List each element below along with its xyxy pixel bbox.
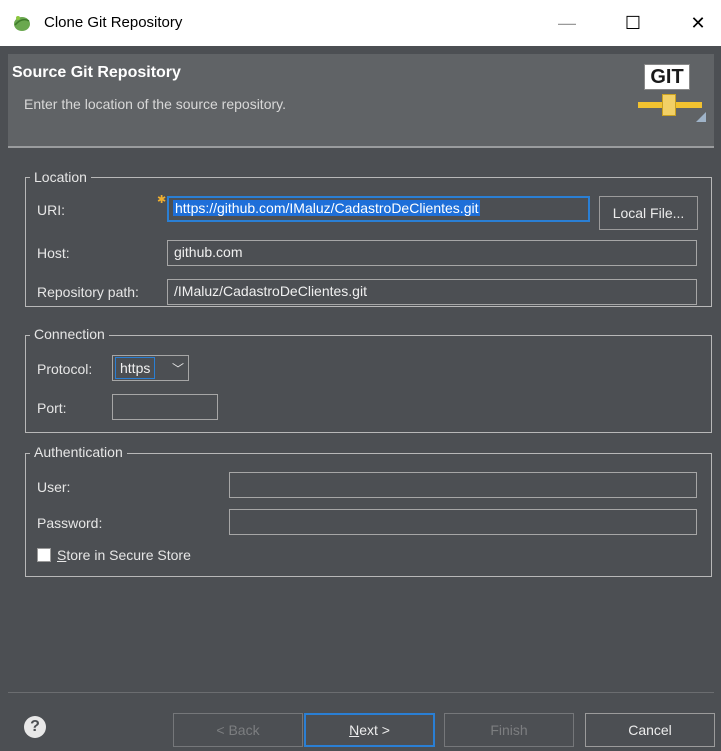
required-marker-icon: ✱ bbox=[157, 194, 167, 206]
store-secure-checkbox[interactable] bbox=[37, 548, 51, 562]
protocol-value: https bbox=[115, 357, 156, 379]
store-secure-checkbox-row[interactable]: Store in Secure Store bbox=[37, 547, 191, 563]
page-description: Enter the location of the source reposit… bbox=[24, 96, 286, 112]
uri-input[interactable]: https://github.com/IMaluz/CadastroDeClie… bbox=[167, 196, 590, 222]
uri-input-value: https://github.com/IMaluz/CadastroDeClie… bbox=[173, 200, 481, 216]
finish-button[interactable]: Finish bbox=[444, 713, 574, 747]
local-file-button[interactable]: Local File... bbox=[599, 196, 698, 230]
user-label: User: bbox=[37, 479, 71, 495]
protocol-label: Protocol: bbox=[37, 361, 93, 377]
password-input[interactable] bbox=[229, 509, 697, 535]
maximize-button[interactable]: ☐ bbox=[610, 0, 656, 46]
authentication-legend: Authentication bbox=[30, 444, 127, 460]
page-title: Source Git Repository bbox=[12, 64, 181, 81]
wizard-header: Source Git Repository Enter the location… bbox=[8, 54, 714, 146]
port-label: Port: bbox=[37, 400, 67, 416]
repository-path-input[interactable]: /IMaluz/CadastroDeClientes.git bbox=[167, 279, 697, 305]
header-separator bbox=[8, 146, 714, 148]
protocol-select[interactable]: https ﹀ bbox=[112, 355, 189, 381]
uri-label: URI: bbox=[37, 202, 65, 218]
chevron-down-icon: ﹀ bbox=[171, 361, 184, 376]
password-label: Password: bbox=[37, 515, 103, 531]
store-secure-label: Store in Secure Store bbox=[57, 547, 191, 563]
host-label: Host: bbox=[37, 245, 70, 261]
cancel-button[interactable]: Cancel bbox=[585, 713, 715, 747]
back-button[interactable]: < Back bbox=[173, 713, 303, 747]
repository-path-label: Repository path: bbox=[37, 284, 139, 300]
footer-separator bbox=[8, 692, 714, 693]
host-input[interactable]: github.com bbox=[167, 240, 697, 266]
title-bar: Clone Git Repository — ☐ ✕ bbox=[0, 0, 721, 46]
git-logo-text: GIT bbox=[644, 64, 690, 90]
connection-legend: Connection bbox=[30, 326, 109, 342]
close-button[interactable]: ✕ bbox=[675, 0, 721, 46]
help-icon[interactable]: ? bbox=[24, 716, 46, 738]
minimize-button[interactable]: — bbox=[544, 0, 590, 46]
next-button[interactable]: Next > bbox=[304, 713, 435, 747]
git-logo-icon: GIT bbox=[638, 62, 708, 128]
user-input[interactable] bbox=[229, 472, 697, 498]
eclipse-leaf-icon bbox=[14, 16, 30, 31]
port-input[interactable] bbox=[112, 394, 218, 420]
window-title: Clone Git Repository bbox=[44, 14, 183, 31]
location-legend: Location bbox=[30, 169, 91, 185]
